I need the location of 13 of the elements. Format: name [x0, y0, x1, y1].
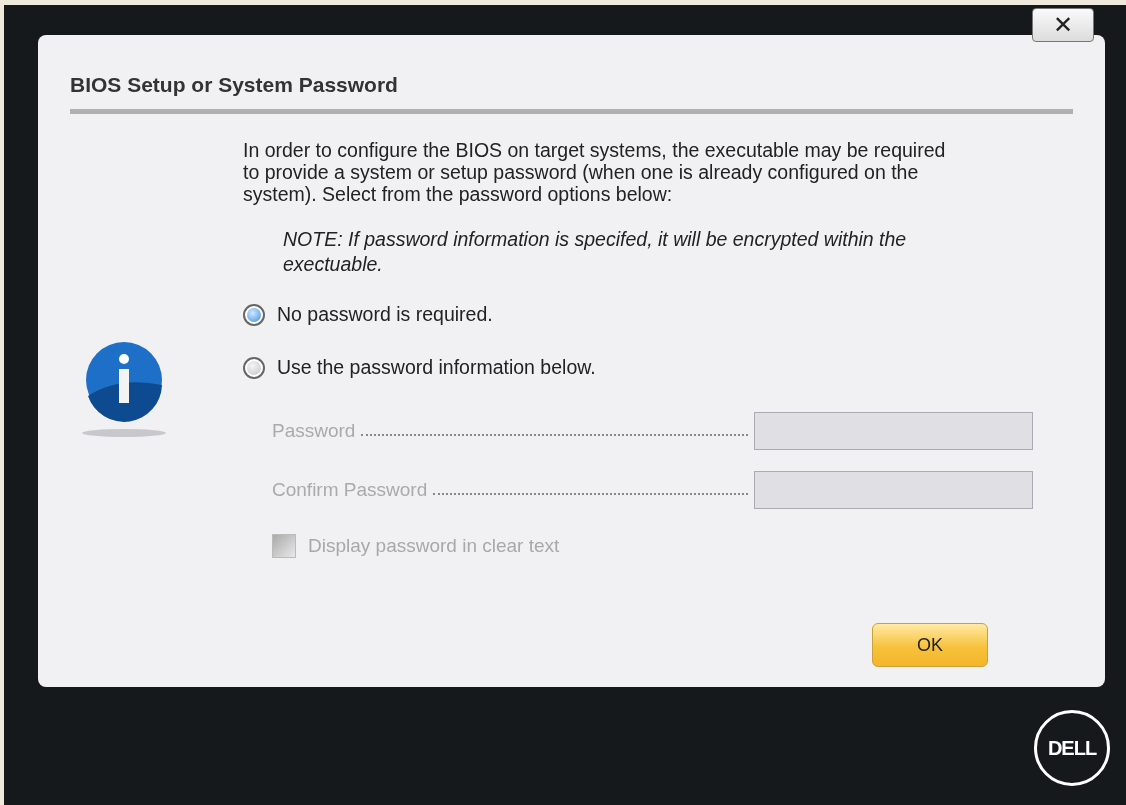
radio-label[interactable]: No password is required.	[277, 303, 493, 326]
note-text: NOTE: If password information is specifed, it will be encrypted within the exectuable.	[283, 227, 908, 277]
checkbox-label: Display password in clear text	[308, 535, 560, 557]
field-label: Confirm Password	[272, 479, 428, 501]
radio-button[interactable]	[243, 356, 265, 379]
radio-label[interactable]: Use the password information below.	[277, 356, 596, 379]
close-button[interactable]: ✕	[1032, 8, 1094, 42]
field-label: Password	[272, 420, 356, 442]
dialog-title: BIOS Setup or System Password	[70, 73, 1073, 114]
intro-text: In order to configure the BIOS on target systems, the executable may be required to provide a system or setup password (when one is already configured on the system). Select from the password options below:	[243, 139, 947, 205]
ok-button[interactable]: OK	[872, 623, 988, 667]
radio-button[interactable]	[243, 303, 265, 326]
brand-logo: DELL	[1034, 710, 1110, 786]
